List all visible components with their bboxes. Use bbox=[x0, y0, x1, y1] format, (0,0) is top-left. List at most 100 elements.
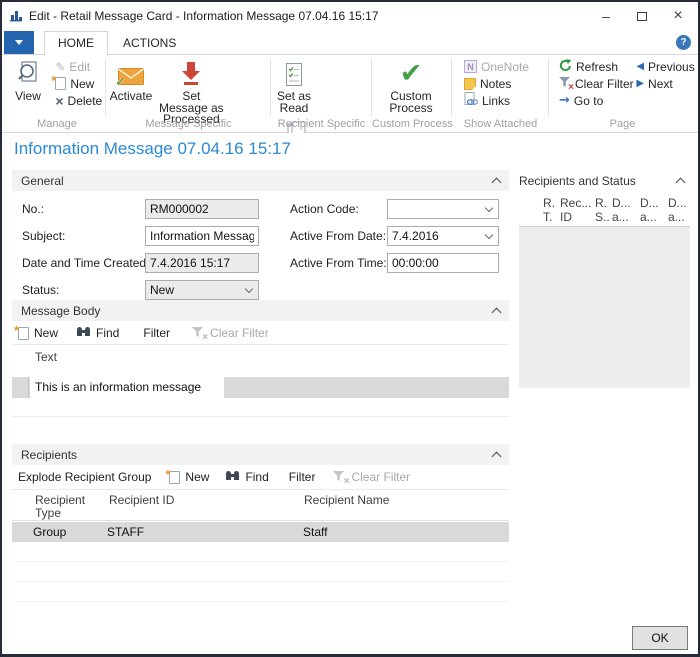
red-down-arrow-icon bbox=[181, 59, 201, 87]
go-to-arrow-icon: → bbox=[559, 93, 570, 108]
refresh-button[interactable]: Refresh bbox=[555, 58, 629, 75]
go-to-button[interactable]: → Go to bbox=[555, 92, 629, 109]
factbox-col-date-3[interactable]: D...a... bbox=[668, 196, 687, 224]
message-body-toolbar: New Find Filter bbox=[12, 323, 509, 343]
delete-button[interactable]: × Delete bbox=[51, 92, 103, 109]
chevron-down-icon bbox=[485, 203, 493, 211]
column-header-recipient-type[interactable]: Recipient Type bbox=[35, 494, 97, 520]
refresh-icon bbox=[559, 59, 572, 75]
message-body-new-button[interactable]: New bbox=[18, 326, 58, 340]
manage-small-buttons: ✎ Edit New × Delete bbox=[51, 55, 103, 109]
maximize-icon bbox=[637, 12, 647, 21]
links-button[interactable]: Links bbox=[460, 92, 529, 109]
active-from-time-field[interactable] bbox=[387, 253, 499, 273]
factbox-col-recipient-id[interactable]: Rec...ID bbox=[560, 196, 591, 224]
fasttab-general-header[interactable]: General bbox=[12, 170, 509, 191]
factbox-title: Recipients and Status bbox=[519, 174, 636, 188]
check-overlay-icon: ✓ bbox=[115, 75, 126, 90]
title-bar: Edit - Retail Message Card - Information… bbox=[2, 2, 698, 30]
page-content: Information Message 07.04.16 15:17 Gener… bbox=[2, 133, 698, 654]
ok-button[interactable]: OK bbox=[632, 626, 688, 650]
onenote-button: OneNote bbox=[460, 58, 529, 75]
factbox-col-date-1[interactable]: D...a... bbox=[612, 196, 631, 224]
no-field[interactable] bbox=[145, 199, 259, 219]
ribbon-group-message-specific: ✓ Activate Set Message as Processed × Ca… bbox=[106, 55, 271, 132]
help-button[interactable]: ? bbox=[676, 35, 691, 50]
tab-actions[interactable]: ACTIONS bbox=[110, 32, 189, 55]
collapse-chevron-icon bbox=[676, 177, 686, 187]
page-title: Information Message 07.04.16 15:17 bbox=[14, 139, 291, 159]
status-combobox[interactable]: New bbox=[145, 280, 259, 300]
delete-icon: × bbox=[55, 95, 63, 107]
active-from-date-combobox[interactable]: 7.4.2016 bbox=[387, 226, 499, 246]
onenote-icon bbox=[464, 60, 477, 73]
text-edit-cell[interactable]: This is an information message bbox=[30, 377, 224, 398]
factbox-header[interactable]: Recipients and Status bbox=[519, 170, 690, 191]
previous-button[interactable]: ◀ Previous bbox=[632, 58, 692, 75]
column-header-text[interactable]: Text bbox=[35, 351, 57, 364]
recipients-clear-filter-button: × Clear Filter bbox=[333, 470, 410, 484]
explode-recipient-group-button[interactable]: Explode Recipient Group bbox=[18, 470, 151, 484]
close-button[interactable]: × bbox=[660, 2, 696, 30]
message-body-filter-button[interactable]: Filter bbox=[143, 326, 170, 340]
factbox-column-headers: R.T. Rec...ID R.S.. D...a... D...a... D.… bbox=[519, 196, 690, 224]
action-code-combobox[interactable] bbox=[387, 199, 499, 219]
column-header-recipient-name[interactable]: Recipient Name bbox=[304, 494, 389, 507]
tab-home[interactable]: HOME bbox=[44, 31, 108, 56]
message-body-row-text: This is an information message bbox=[35, 377, 201, 398]
factbox-recipients-and-status: Recipients and Status R.T. Rec...ID R.S.… bbox=[519, 170, 690, 388]
ribbon-group-show-attached: OneNote Notes Links bbox=[452, 55, 549, 132]
factbox-col-date-2[interactable]: D...a... bbox=[640, 196, 659, 224]
group-label-recipient-specific: Recipient Specific bbox=[271, 118, 372, 130]
notes-button[interactable]: Notes bbox=[460, 75, 529, 92]
factbox-empty-list[interactable] bbox=[519, 227, 690, 388]
clear-filter-button[interactable]: × Clear Filter bbox=[555, 75, 629, 92]
recipients-row[interactable]: Group STAFF Staff bbox=[12, 522, 509, 542]
column-header-recipient-id[interactable]: Recipient ID bbox=[109, 494, 174, 507]
checklist-document-icon bbox=[285, 59, 303, 87]
edit-button: ✎ Edit bbox=[51, 58, 103, 75]
gray-x-overlay-icon: × bbox=[344, 477, 350, 487]
notes-icon bbox=[464, 78, 476, 90]
recipients-filter-button[interactable]: Filter bbox=[289, 470, 316, 484]
factbox-col-recipient-type[interactable]: R.T. bbox=[543, 196, 555, 224]
maximize-button[interactable] bbox=[624, 2, 660, 30]
next-button[interactable]: ▶ Next bbox=[632, 75, 692, 92]
ribbon-tab-bar: HOME ACTIONS ? bbox=[2, 30, 698, 55]
gray-x-overlay-icon: × bbox=[202, 333, 208, 343]
fasttab-message-body-header[interactable]: Message Body bbox=[12, 300, 509, 321]
active-from-date-value: 7.4.2016 bbox=[392, 229, 439, 243]
set-as-read-button[interactable]: Set as Read bbox=[273, 55, 315, 114]
active-from-date-label: Active From Date: bbox=[290, 229, 386, 243]
status-value: New bbox=[150, 283, 174, 297]
factbox-col-recipient-status[interactable]: R.S.. bbox=[595, 196, 610, 224]
view-button[interactable]: View bbox=[8, 55, 48, 103]
ribbon-group-page: Refresh × Clear Filter → Go to bbox=[549, 55, 696, 132]
find-binoculars-icon bbox=[76, 326, 91, 340]
recipient-type-cell: Group bbox=[33, 522, 66, 543]
set-message-as-processed-button[interactable]: Set Message as Processed bbox=[157, 55, 225, 126]
clear-filter-icon: × bbox=[559, 77, 571, 90]
window-title: Edit - Retail Message Card - Information… bbox=[29, 9, 379, 23]
recipients-new-button[interactable]: New bbox=[169, 470, 209, 484]
ribbon-group-custom-process: ✔ Custom Process Custom Process bbox=[372, 55, 452, 132]
fasttab-recipients-header[interactable]: Recipients bbox=[12, 444, 509, 465]
subject-field[interactable] bbox=[145, 226, 259, 246]
date-time-created-field[interactable] bbox=[145, 253, 259, 273]
action-code-label: Action Code: bbox=[290, 202, 359, 216]
green-check-icon: ✔ bbox=[400, 59, 423, 87]
custom-process-button[interactable]: ✔ Custom Process bbox=[375, 55, 447, 114]
application-menu-button[interactable] bbox=[4, 31, 34, 54]
clear-filter-icon: × bbox=[333, 471, 346, 484]
fasttab-recipients-title: Recipients bbox=[21, 448, 77, 462]
minimize-button[interactable]: – bbox=[588, 2, 624, 30]
app-logo-icon bbox=[9, 8, 23, 25]
active-from-time-label: Active From Time: bbox=[290, 256, 387, 270]
message-body-row[interactable]: This is an information message bbox=[12, 377, 509, 398]
row-selector-cell[interactable] bbox=[12, 377, 29, 398]
message-body-find-button[interactable]: Find bbox=[76, 326, 119, 340]
message-body-clear-filter-button: × Clear Filter bbox=[192, 326, 269, 340]
activate-button[interactable]: ✓ Activate bbox=[108, 55, 154, 103]
new-button[interactable]: New bbox=[51, 75, 103, 92]
recipients-find-button[interactable]: Find bbox=[225, 470, 268, 484]
